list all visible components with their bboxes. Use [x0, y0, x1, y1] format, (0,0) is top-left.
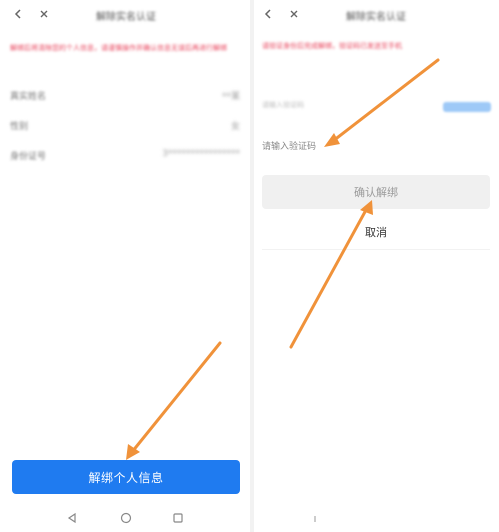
- verification-code-input[interactable]: 请输入验证码: [262, 100, 382, 116]
- warning-text: 请验证身份后完成解绑，验证码已发送至手机: [262, 42, 402, 50]
- info-row-id: 身份证号 3****************: [10, 146, 240, 166]
- row-value: 3****************: [162, 149, 240, 159]
- system-nav-bar: [254, 504, 499, 532]
- close-icon[interactable]: [36, 6, 52, 22]
- code-hint-label: 请输入验证码: [262, 142, 317, 152]
- nav-indicator: [314, 516, 316, 522]
- system-nav-bar: [0, 504, 250, 532]
- nav-back-icon[interactable]: [66, 512, 78, 524]
- row-value: **某: [221, 92, 240, 102]
- nav-recent-icon[interactable]: [172, 512, 184, 524]
- unbind-personal-info-button[interactable]: 解绑个人信息: [12, 460, 240, 494]
- cancel-button[interactable]: 取消: [262, 215, 490, 250]
- info-row-gender: 性别 女: [10, 116, 240, 136]
- close-icon[interactable]: [286, 6, 302, 22]
- page-title: 解除实名认证: [96, 12, 156, 23]
- back-arrow-icon[interactable]: [260, 6, 276, 22]
- row-value: 女: [230, 122, 240, 132]
- back-arrow-icon[interactable]: [10, 6, 26, 22]
- row-label: 性别: [10, 122, 29, 132]
- page-title: 解除实名认证: [346, 12, 406, 23]
- confirm-unbind-button[interactable]: 确认解绑: [262, 175, 490, 209]
- row-label: 真实姓名: [10, 92, 47, 102]
- unbind-info-screen: 解除实名认证 解绑后将清除您的个人信息，请谨慎操作并确认信息无误后再进行解绑 真…: [0, 0, 250, 532]
- send-code-button[interactable]: [443, 102, 491, 112]
- top-bar: 解除实名认证: [0, 0, 250, 28]
- top-bar: 解除实名认证: [254, 0, 499, 28]
- confirm-unbind-screen: 解除实名认证 请验证身份后完成解绑，验证码已发送至手机 请输入验证码 请输入验证…: [254, 0, 499, 532]
- nav-home-icon[interactable]: [120, 512, 132, 524]
- row-label: 身份证号: [10, 152, 47, 162]
- info-row-name: 真实姓名 **某: [10, 86, 240, 106]
- warning-text: 解绑后将清除您的个人信息，请谨慎操作并确认信息无误后再进行解绑: [10, 44, 227, 52]
